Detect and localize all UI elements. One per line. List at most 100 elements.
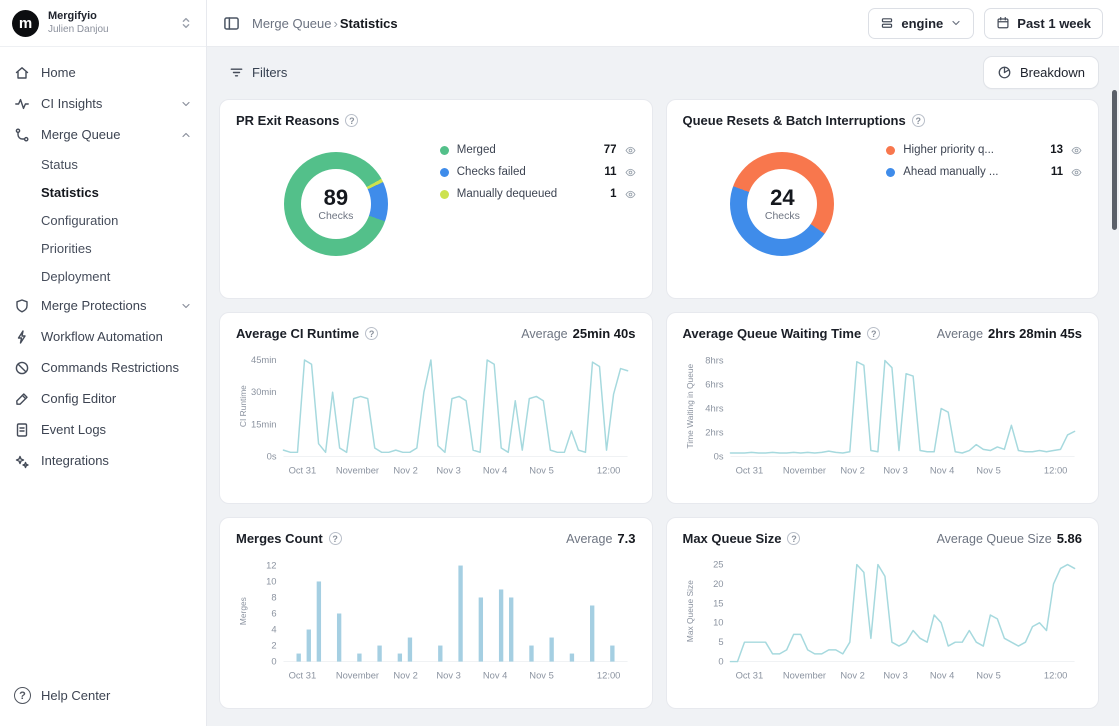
chevron-down-icon <box>180 98 192 110</box>
help-tooltip-icon[interactable]: ? <box>329 532 342 545</box>
sidebar-item-label: Config Editor <box>41 391 116 406</box>
svg-text:45min: 45min <box>251 354 277 365</box>
sidebar-item-priorities[interactable]: Priorities <box>0 234 206 262</box>
toolbar: Filters Breakdown <box>207 47 1119 97</box>
shield-icon <box>14 298 30 314</box>
svg-text:Nov 2: Nov 2 <box>840 464 865 475</box>
svg-text:Nov 3: Nov 3 <box>436 464 461 475</box>
sidebar-item-integrations[interactable]: Integrations <box>0 445 206 476</box>
date-range-value: Past 1 week <box>1017 16 1091 31</box>
card-title: Max Queue Size <box>683 531 782 546</box>
card-max-queue-size: Max Queue Size ? Average Queue Size5.86 … <box>666 517 1100 709</box>
repo-icon <box>880 16 894 30</box>
svg-text:Nov 2: Nov 2 <box>393 669 418 680</box>
svg-text:4: 4 <box>271 624 276 635</box>
repository-select[interactable]: engine <box>868 8 974 39</box>
svg-text:Nov 2: Nov 2 <box>393 464 418 475</box>
legend-dot <box>440 168 449 177</box>
breadcrumb-current: Statistics <box>340 16 398 31</box>
sidebar-item-workflow-automation[interactable]: Workflow Automation <box>0 321 206 352</box>
filters-button[interactable]: Filters <box>221 59 295 86</box>
sidebar-item-status[interactable]: Status <box>0 150 206 178</box>
sidebar-item-event-logs[interactable]: Event Logs <box>0 414 206 445</box>
svg-text:12:00: 12:00 <box>597 669 620 680</box>
sidebar-item-ci-insights[interactable]: CI Insights <box>0 88 206 119</box>
help-tooltip-icon[interactable]: ? <box>867 327 880 340</box>
svg-text:Nov 3: Nov 3 <box>436 669 461 680</box>
sidebar-item-label: Statistics <box>41 185 99 200</box>
legend-item: Manually dequeued 1 <box>440 188 636 200</box>
svg-text:15: 15 <box>713 597 723 608</box>
svg-text:Oct 31: Oct 31 <box>289 669 317 680</box>
legend-item: Higher priority q... 13 <box>886 144 1082 156</box>
org-switcher-icon[interactable] <box>178 16 194 30</box>
help-center[interactable]: ? Help Center <box>0 673 206 726</box>
org-header[interactable]: m Mergifyio Julien Danjou <box>0 0 206 47</box>
svg-text:10: 10 <box>713 617 723 628</box>
restriction-icon <box>14 360 30 376</box>
average-stat: Average2hrs 28min 45s <box>937 326 1082 341</box>
sidebar-item-label: Status <box>41 157 78 172</box>
legend-count: 77 <box>604 144 617 156</box>
sidebar-toggle-button[interactable] <box>221 13 242 34</box>
card-title: Queue Resets & Batch Interruptions <box>683 113 906 128</box>
help-tooltip-icon[interactable]: ? <box>912 114 925 127</box>
card-ci-runtime: Average CI Runtime ? Average25min 40s 0s… <box>219 312 653 504</box>
chevron-down-icon <box>180 300 192 312</box>
breakdown-button[interactable]: Breakdown <box>983 56 1099 89</box>
svg-text:25: 25 <box>713 559 723 570</box>
card-merges-count: Merges Count ? Average7.3 024681012Oct 3… <box>219 517 653 709</box>
svg-text:November: November <box>782 669 825 680</box>
sidebar-item-label: Integrations <box>41 453 109 468</box>
help-tooltip-icon[interactable]: ? <box>345 114 358 127</box>
card-pr-exit-reasons: PR Exit Reasons ? 89 Checks <box>219 99 653 299</box>
breadcrumb-parent[interactable]: Merge Queue <box>252 16 332 31</box>
eye-icon[interactable] <box>625 145 636 156</box>
legend-item: Ahead manually ... 11 <box>886 166 1082 178</box>
eye-icon[interactable] <box>625 167 636 178</box>
pie-chart-icon <box>997 65 1012 80</box>
svg-text:15min: 15min <box>251 418 277 429</box>
main-area: Merge Queue › Statistics engine Past 1 w… <box>207 0 1119 726</box>
sidebar-item-statistics[interactable]: Statistics <box>0 178 206 206</box>
svg-text:Merges: Merges <box>238 597 248 625</box>
app-root: m Mergifyio Julien Danjou Home CI Insigh… <box>0 0 1119 726</box>
ci-runtime-line-chart: 0s15min30min45minOct 31NovemberNov 2Nov … <box>236 345 636 496</box>
eye-icon[interactable] <box>1071 167 1082 178</box>
svg-text:Nov 4: Nov 4 <box>483 669 508 680</box>
legend-label: Checks failed <box>457 166 597 178</box>
legend-dot <box>886 168 895 177</box>
sidebar-item-config-editor[interactable]: Config Editor <box>0 383 206 414</box>
help-tooltip-icon[interactable]: ? <box>787 532 800 545</box>
sidebar-item-configuration[interactable]: Configuration <box>0 206 206 234</box>
svg-text:12:00: 12:00 <box>597 464 620 475</box>
svg-text:0s: 0s <box>713 451 723 462</box>
help-tooltip-icon[interactable]: ? <box>365 327 378 340</box>
zap-icon <box>14 329 30 345</box>
sidebar: m Mergifyio Julien Danjou Home CI Insigh… <box>0 0 207 726</box>
legend-label: Merged <box>457 144 596 156</box>
sidebar-item-merge-protections[interactable]: Merge Protections <box>0 290 206 321</box>
svg-text:Time Waiting in Queue: Time Waiting in Queue <box>684 363 694 448</box>
svg-text:Nov 5: Nov 5 <box>529 669 554 680</box>
svg-text:12: 12 <box>266 559 276 570</box>
sidebar-item-commands-restrictions[interactable]: Commands Restrictions <box>0 352 206 383</box>
donut-total: 24 <box>770 186 794 209</box>
eye-icon[interactable] <box>1071 145 1082 156</box>
eye-icon[interactable] <box>625 189 636 200</box>
svg-text:10: 10 <box>266 575 276 586</box>
sidebar-item-deployment[interactable]: Deployment <box>0 262 206 290</box>
donut-total: 89 <box>324 186 348 209</box>
svg-text:Nov 4: Nov 4 <box>929 669 954 680</box>
scrollbar-thumb[interactable] <box>1112 90 1117 230</box>
svg-text:Oct 31: Oct 31 <box>735 464 763 475</box>
sidebar-item-merge-queue[interactable]: Merge Queue <box>0 119 206 150</box>
org-info: Mergifyio Julien Danjou <box>48 10 109 36</box>
sidebar-item-label: Merge Queue <box>41 127 121 142</box>
sidebar-item-home[interactable]: Home <box>0 57 206 88</box>
legend-label: Higher priority q... <box>903 144 1042 156</box>
date-range-button[interactable]: Past 1 week <box>984 8 1103 39</box>
sidebar-item-label: Home <box>41 65 76 80</box>
sidebar-item-label: Merge Protections <box>41 298 147 313</box>
svg-text:Oct 31: Oct 31 <box>289 464 317 475</box>
